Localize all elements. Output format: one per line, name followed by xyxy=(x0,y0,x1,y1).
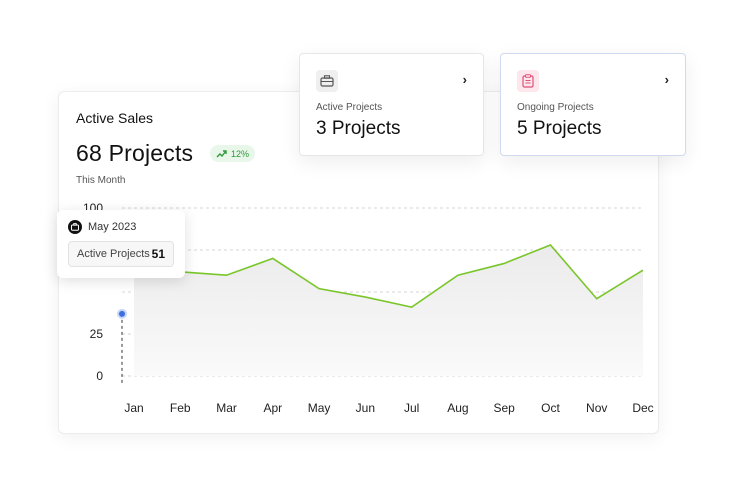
stat-value: 5 Projects xyxy=(517,118,602,139)
y-tick-label: 25 xyxy=(90,327,104,341)
chevron-right-icon[interactable]: › xyxy=(665,72,669,87)
x-tick-label-feb: Feb xyxy=(170,401,191,415)
stat-label: Ongoing Projects xyxy=(517,102,594,113)
stat-value: 3 Projects xyxy=(316,118,401,139)
tooltip-metric: Active Projects 51 xyxy=(68,241,174,267)
y-tick-label: 0 xyxy=(96,369,103,383)
chevron-right-icon[interactable]: › xyxy=(463,72,467,87)
x-tick-label-apr: Apr xyxy=(263,401,282,415)
tooltip-label: Active Projects xyxy=(77,248,150,260)
x-tick-label-nov: Nov xyxy=(586,401,607,415)
stat-card-active-projects[interactable]: › Active Projects 3 Projects xyxy=(299,53,484,156)
x-tick-label-mar: Mar xyxy=(216,401,237,415)
briefcase-icon xyxy=(68,220,82,234)
x-tick-label-dec: Dec xyxy=(632,401,653,415)
briefcase-icon xyxy=(316,70,338,92)
highlight-point[interactable] xyxy=(117,308,127,319)
x-tick-label-jun: Jun xyxy=(356,401,375,415)
x-tick-label-jan: Jan xyxy=(124,401,143,415)
x-tick-label-sep: Sep xyxy=(494,401,516,415)
x-tick-label-may: May xyxy=(308,401,331,415)
stat-label: Active Projects xyxy=(316,102,383,113)
tooltip-value: 51 xyxy=(151,247,165,261)
stat-card-ongoing-projects[interactable]: › Ongoing Projects 5 Projects xyxy=(500,53,686,156)
clipboard-icon xyxy=(517,70,539,92)
x-tick-label-jul: Jul xyxy=(404,401,419,415)
x-tick-label-oct: Oct xyxy=(541,401,560,415)
x-tick-label-aug: Aug xyxy=(447,401,468,415)
tooltip-date: May 2023 xyxy=(88,221,137,233)
chart-tooltip: May 2023 Active Projects 51 xyxy=(57,210,185,278)
